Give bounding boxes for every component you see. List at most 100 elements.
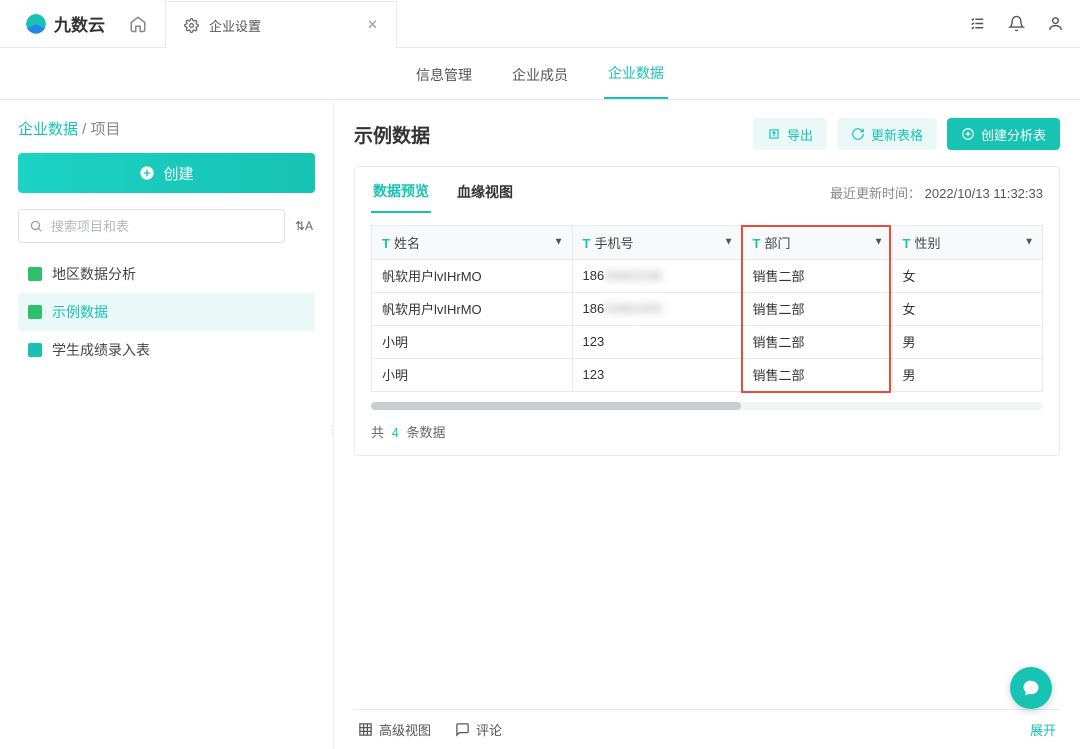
cell-gender: 女 — [892, 259, 1042, 292]
cell-phone: 123 — [572, 325, 742, 358]
search-icon — [29, 219, 43, 233]
sub-nav-data[interactable]: 企业数据 — [604, 63, 668, 99]
cell-dept: 销售二部 — [742, 259, 892, 292]
chevron-down-icon[interactable]: ▼ — [724, 237, 734, 248]
update-time: 2022/10/13 11:32:33 — [925, 186, 1043, 201]
bell-icon[interactable] — [1008, 15, 1025, 32]
main: 企业数据 / 项目 创建 ⇅A 地区数据分析 示例数据 学生成绩录 — [0, 100, 1080, 749]
search-input[interactable] — [51, 219, 274, 234]
comment-button[interactable]: 评论 — [455, 720, 502, 739]
sidebar-item-sample[interactable]: 示例数据 — [18, 293, 315, 331]
data-panel: 数据预览 血缘视图 最近更新时间： 2022/10/13 11:32:33 T姓… — [354, 166, 1060, 456]
breadcrumb-root[interactable]: 企业数据 — [18, 121, 78, 138]
cell-phone: 123 — [572, 358, 742, 391]
cell-name: 小明 — [372, 358, 572, 391]
home-icon[interactable] — [129, 15, 147, 33]
table-row[interactable]: 小明123销售二部男 — [372, 325, 1042, 358]
sidebar: 企业数据 / 项目 创建 ⇅A 地区数据分析 示例数据 学生成绩录 — [0, 100, 334, 749]
sidebar-item-label: 学生成绩录入表 — [52, 340, 150, 360]
logo: 九数云 — [24, 11, 105, 36]
export-label: 导出 — [787, 125, 813, 144]
plus-circle-icon — [961, 127, 975, 141]
chevron-down-icon[interactable]: ▼ — [874, 237, 884, 248]
export-icon — [767, 127, 781, 141]
sub-nav: 信息管理 企业成员 企业数据 — [0, 48, 1080, 100]
breadcrumb-sep: / — [78, 121, 91, 138]
sub-nav-info[interactable]: 信息管理 — [412, 65, 476, 99]
close-icon[interactable]: ✕ — [367, 17, 378, 33]
create-button[interactable]: 创建 — [18, 153, 315, 193]
export-button[interactable]: 导出 — [753, 118, 827, 150]
footer-bar: 高级视图 评论 展开 — [354, 709, 1060, 749]
create-report-button[interactable]: 创建分析表 — [947, 118, 1060, 150]
action-buttons: 导出 更新表格 创建分析表 — [753, 118, 1060, 150]
summary: 共 4 条数据 — [371, 422, 1043, 441]
update-label: 最近更新时间： — [830, 186, 921, 201]
top-header: 九数云 企业设置 ✕ — [0, 0, 1080, 48]
table-row[interactable]: 帆软用户lvIHrMO18603461500销售二部女 — [372, 292, 1042, 325]
table-row[interactable]: 帆软用户lvIHrMO18633461536销售二部女 — [372, 259, 1042, 292]
table-header-row: T姓名▼ T手机号▼ T部门▼ T性别▼ — [372, 226, 1042, 259]
sidebar-item-label: 地区数据分析 — [52, 264, 136, 284]
sidebar-item-label: 示例数据 — [52, 302, 108, 322]
form-icon — [28, 343, 42, 357]
task-list-icon[interactable] — [969, 15, 986, 32]
grid-icon — [358, 722, 373, 737]
cell-gender: 女 — [892, 292, 1042, 325]
create-button-label: 创建 — [163, 163, 193, 184]
chat-fab[interactable] — [1010, 667, 1052, 709]
column-header-dept[interactable]: T部门▼ — [742, 226, 892, 259]
chevron-down-icon[interactable]: ▼ — [554, 237, 564, 248]
top-right-actions — [969, 15, 1064, 32]
chevron-down-icon[interactable]: ▼ — [1024, 237, 1034, 248]
breadcrumb: 企业数据 / 项目 — [18, 118, 315, 139]
cell-name: 帆软用户lvIHrMO — [372, 292, 572, 325]
brand-text: 九数云 — [54, 11, 105, 36]
user-icon[interactable] — [1047, 15, 1064, 32]
panel-tab-lineage[interactable]: 血缘视图 — [455, 182, 515, 212]
cell-name: 帆软用户lvIHrMO — [372, 259, 572, 292]
cell-gender: 男 — [892, 325, 1042, 358]
top-tab-label: 企业设置 — [209, 16, 261, 35]
cell-phone: 18633461536 — [572, 259, 742, 292]
refresh-button[interactable]: 更新表格 — [837, 118, 937, 150]
create-report-label: 创建分析表 — [981, 125, 1046, 144]
chat-icon — [1021, 678, 1041, 698]
expand-button[interactable]: 展开 — [1030, 720, 1056, 739]
cell-dept: 销售二部 — [742, 325, 892, 358]
comment-icon — [455, 722, 470, 737]
refresh-label: 更新表格 — [871, 125, 923, 144]
content-header: 示例数据 导出 更新表格 创建分析表 — [354, 118, 1060, 150]
panel-tab-preview[interactable]: 数据预览 — [371, 181, 431, 213]
sub-nav-members[interactable]: 企业成员 — [508, 65, 572, 99]
panel-tabs: 数据预览 血缘视图 最近更新时间： 2022/10/13 11:32:33 — [371, 181, 1043, 213]
table-row[interactable]: 小明123销售二部男 — [372, 358, 1042, 391]
top-tab-enterprise-settings[interactable]: 企业设置 ✕ — [165, 1, 397, 48]
cell-phone: 18603461500 — [572, 292, 742, 325]
cell-dept: 销售二部 — [742, 358, 892, 391]
row-count: 4 — [392, 425, 399, 440]
table-icon — [28, 305, 42, 319]
update-meta: 最近更新时间： 2022/10/13 11:32:33 — [830, 183, 1043, 212]
advanced-view-button[interactable]: 高级视图 — [358, 720, 431, 739]
table-icon — [28, 267, 42, 281]
column-header-phone[interactable]: T手机号▼ — [572, 226, 742, 259]
column-header-gender[interactable]: T性别▼ — [892, 226, 1042, 259]
sort-icon[interactable]: ⇅A — [293, 219, 315, 233]
cell-dept: 销售二部 — [742, 292, 892, 325]
refresh-icon — [851, 127, 865, 141]
search-box[interactable] — [18, 209, 285, 243]
logo-icon — [24, 12, 48, 36]
search-row: ⇅A — [18, 209, 315, 243]
scrollbar-thumb[interactable] — [371, 402, 741, 410]
sidebar-item-region[interactable]: 地区数据分析 — [18, 255, 315, 293]
column-header-name[interactable]: T姓名▼ — [372, 226, 572, 259]
page-title: 示例数据 — [354, 121, 430, 148]
sidebar-list: 地区数据分析 示例数据 学生成绩录入表 — [18, 255, 315, 369]
content: 示例数据 导出 更新表格 创建分析表 数据预览 血缘视图 — [334, 100, 1080, 749]
plus-icon — [139, 165, 155, 181]
breadcrumb-leaf: 项目 — [91, 121, 121, 138]
sidebar-item-student[interactable]: 学生成绩录入表 — [18, 331, 315, 369]
gear-icon — [184, 18, 199, 33]
horizontal-scrollbar[interactable] — [371, 402, 1043, 410]
